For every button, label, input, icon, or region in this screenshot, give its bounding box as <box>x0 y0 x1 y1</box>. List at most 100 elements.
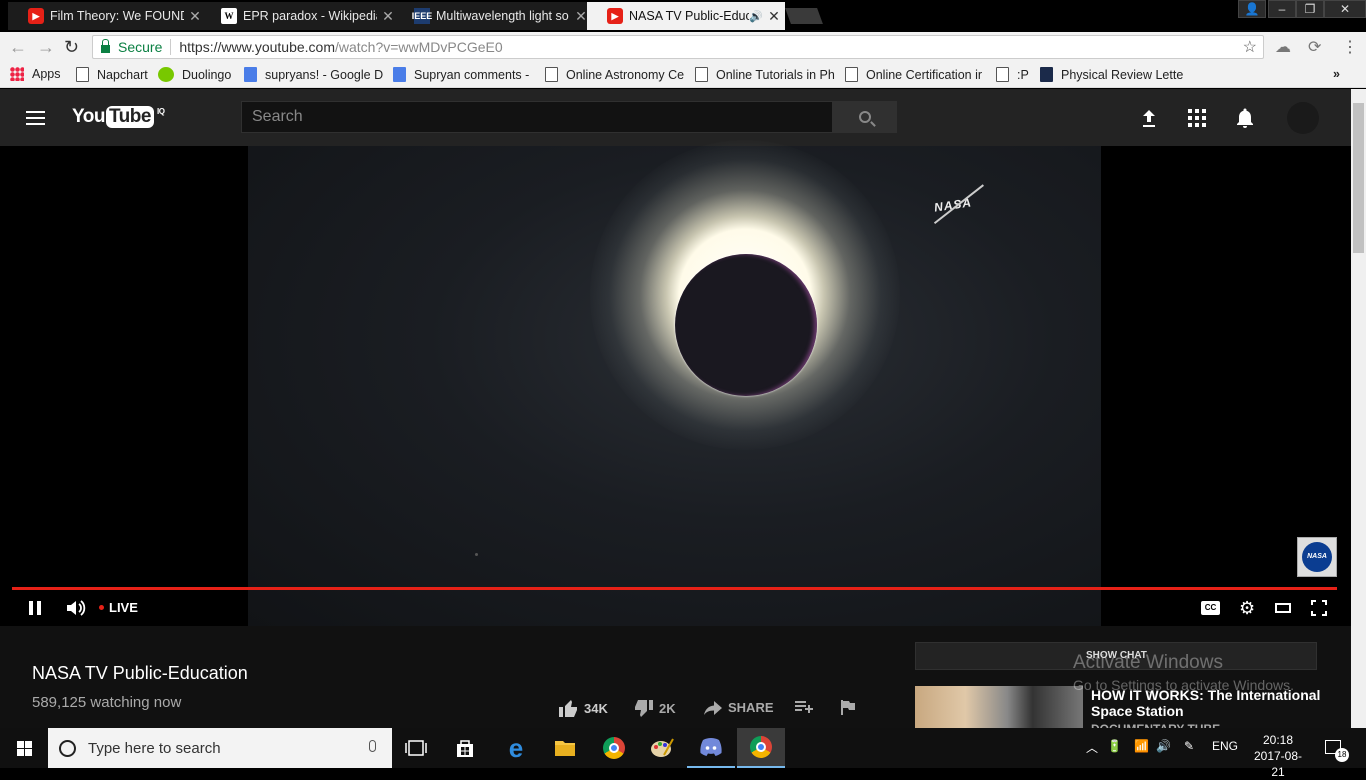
star-icon[interactable]: ☆ <box>1243 37 1257 57</box>
bookmark-p[interactable]: :P <box>996 67 1029 82</box>
tab-title: Multiwavelength light so <box>436 9 569 23</box>
taskbar-paint[interactable] <box>638 728 686 768</box>
theater-mode-button[interactable] <box>1275 603 1291 613</box>
captions-button[interactable]: CC <box>1201 601 1220 615</box>
like-button[interactable]: 34K <box>559 700 608 717</box>
show-hidden-icons[interactable]: ︿ <box>1086 739 1098 756</box>
taskbar-store[interactable] <box>441 728 489 768</box>
recommended-thumbnail[interactable] <box>915 686 1083 728</box>
taskbar: Type here to search e ︿ 🔋 📶 🔊 ✎ ENG 20:1… <box>0 728 1366 779</box>
edge-icon: e <box>508 733 524 763</box>
tab-multiwavelength[interactable]: IEEE Multiwavelength light so ✕ <box>394 2 592 30</box>
input-language[interactable]: ENG <box>1212 739 1238 753</box>
bookmark-certification[interactable]: Online Certification ir <box>845 67 982 82</box>
dislike-button[interactable]: 2K <box>634 700 676 717</box>
close-icon[interactable]: ✕ <box>763 8 785 25</box>
bookmark-label: Duolingo <box>182 67 232 82</box>
bookmark-label: :P <box>1017 67 1029 82</box>
bookmark-napchart[interactable]: Napchart <box>76 67 148 82</box>
cortana-icon <box>59 739 76 757</box>
live-indicator[interactable]: LIVE <box>99 600 138 615</box>
extension-icon[interactable]: ⟳ <box>1308 37 1321 57</box>
discord-icon <box>700 738 722 756</box>
page-scrollbar[interactable] <box>1351 89 1366 728</box>
task-view-button[interactable] <box>392 728 440 768</box>
microphone-icon[interactable] <box>369 740 376 752</box>
profile-icon[interactable]: 👤 <box>1238 0 1266 18</box>
address-bar[interactable]: Secure https://www.youtube.com /watch?v=… <box>92 35 1264 59</box>
bookmark-duolingo[interactable]: Duolingo <box>158 67 231 82</box>
reload-button[interactable]: ↻ <box>64 37 79 58</box>
view-count: 589,125 watching now <box>32 694 182 711</box>
extension-icon[interactable]: ☁ <box>1275 37 1291 57</box>
new-tab-button[interactable] <box>785 8 823 24</box>
fullscreen-button[interactable] <box>1310 599 1328 617</box>
apps-grid-icon[interactable] <box>1186 107 1208 129</box>
nasa-logo: NASA <box>1302 542 1332 572</box>
share-icon <box>704 700 722 715</box>
tab-title: Film Theory: We FOUND <box>50 9 184 23</box>
tab-nasa-tv[interactable]: ▶ NASA TV Public-Educ 🔊 ✕ <box>587 2 785 30</box>
playlist-add-icon <box>795 701 813 713</box>
task-view-icon <box>405 740 427 756</box>
add-to-playlist-button[interactable] <box>795 700 813 714</box>
audio-playing-icon[interactable]: 🔊 <box>749 10 763 23</box>
back-button[interactable]: ← <box>9 37 27 58</box>
notifications-bell-icon[interactable] <box>1234 107 1256 129</box>
bookmark-astronomy[interactable]: Online Astronomy Ce <box>545 67 684 82</box>
battery-icon[interactable]: 🔋 <box>1107 739 1122 753</box>
taskbar-discord[interactable] <box>687 728 735 768</box>
bookmark-tutorials[interactable]: Online Tutorials in Ph <box>695 67 835 82</box>
account-avatar[interactable] <box>1287 102 1319 134</box>
tab-film-theory[interactable]: ▶ Film Theory: We FOUND ✕ <box>8 2 206 30</box>
share-button[interactable]: SHARE <box>704 700 774 715</box>
tab-strip: ▶ Film Theory: We FOUND ✕ W EPR paradox … <box>0 0 1366 32</box>
taskbar-file-explorer[interactable] <box>541 728 589 768</box>
restore-button[interactable]: ❐ <box>1296 0 1324 18</box>
share-label: SHARE <box>728 700 774 715</box>
windows-start-icon[interactable] <box>17 741 32 756</box>
flag-icon <box>841 700 855 715</box>
google-docs-icon <box>244 67 257 82</box>
taskbar-edge[interactable]: e <box>492 728 540 768</box>
player-controls: LIVE CC ⚙ <box>0 590 1351 626</box>
bookmarks-overflow-button[interactable]: » <box>1333 67 1340 81</box>
youtube-icon: ▶ <box>28 8 44 24</box>
scrollbar-thumb[interactable] <box>1353 103 1364 253</box>
forward-button[interactable]: → <box>37 37 55 58</box>
volume-tray-icon[interactable]: 🔊 <box>1156 739 1171 753</box>
system-clock[interactable]: 20:18 2017-08-21 <box>1248 732 1308 780</box>
bookmark-apps[interactable]: Apps <box>10 67 61 81</box>
tab-epr-paradox[interactable]: W EPR paradox - Wikipedia ✕ <box>201 2 399 30</box>
taskbar-chrome-2[interactable] <box>737 728 785 768</box>
secure-indicator[interactable]: Secure <box>101 39 162 55</box>
youtube-icon: ▶ <box>607 8 623 24</box>
search-button[interactable] <box>833 101 897 133</box>
youtube-header: You Tube IQ Search <box>0 89 1351 146</box>
pause-button[interactable] <box>29 601 41 615</box>
volume-icon[interactable] <box>66 599 86 617</box>
bookmark-google-doc-2[interactable]: Supryan comments - <box>393 67 529 82</box>
duolingo-icon <box>158 67 174 82</box>
video-title: NASA TV Public-Education <box>32 663 248 683</box>
bookmark-google-doc-1[interactable]: supryans! - Google D <box>244 67 383 82</box>
taskbar-search-input[interactable]: Type here to search <box>48 728 392 768</box>
pen-icon[interactable]: ✎ <box>1184 739 1194 753</box>
bookmark-physical-review[interactable]: Physical Review Lette <box>1040 67 1183 82</box>
search-input[interactable]: Search <box>241 101 833 133</box>
secure-label: Secure <box>118 39 163 55</box>
youtube-logo[interactable]: You Tube IQ <box>72 106 165 128</box>
taskbar-chrome-1[interactable] <box>590 728 638 768</box>
menu-icon[interactable]: ⋮ <box>1342 37 1358 57</box>
like-count: 34K <box>584 701 608 716</box>
minimize-button[interactable]: – <box>1268 0 1296 18</box>
wifi-icon[interactable]: 📶 <box>1134 739 1149 753</box>
report-button[interactable] <box>841 700 855 715</box>
hamburger-menu-icon[interactable] <box>26 107 45 129</box>
channel-branding-badge[interactable]: NASA <box>1297 537 1337 577</box>
clock-time: 20:18 <box>1262 733 1294 747</box>
close-window-button[interactable]: ✕ <box>1324 0 1366 18</box>
upload-icon[interactable] <box>1138 107 1160 129</box>
settings-gear-icon[interactable]: ⚙ <box>1239 599 1255 617</box>
bookmarks-bar: Apps Napchart Duolingo supryans! - Googl… <box>0 62 1366 88</box>
